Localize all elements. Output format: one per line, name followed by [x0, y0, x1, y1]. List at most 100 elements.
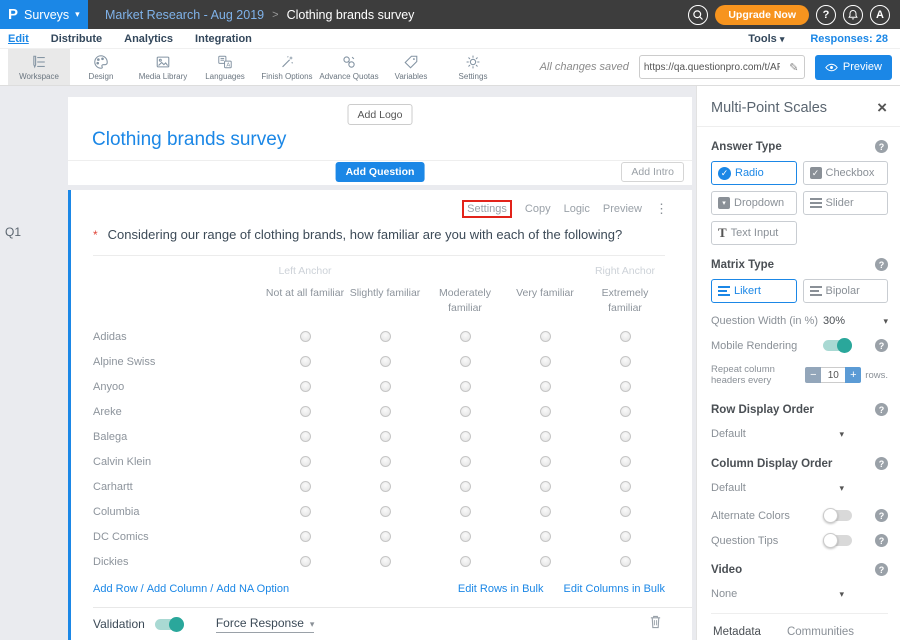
radio-button[interactable] — [300, 481, 311, 492]
radio-button[interactable] — [300, 356, 311, 367]
radio-button[interactable] — [620, 481, 631, 492]
answer-type-checkbox[interactable]: ✓Checkbox — [803, 161, 889, 185]
radio-button[interactable] — [540, 456, 551, 467]
help-icon[interactable]: ? — [875, 509, 888, 522]
radio-button[interactable] — [380, 456, 391, 467]
toolbar-tab-finish-options[interactable]: Finish Options — [256, 49, 318, 85]
row-label[interactable]: Calvin Klein — [93, 456, 265, 468]
tools-menu[interactable]: Tools ▾ — [748, 33, 784, 45]
radio-button[interactable] — [300, 456, 311, 467]
search-button[interactable] — [688, 5, 708, 25]
radio-button[interactable] — [460, 506, 471, 517]
radio-button[interactable] — [620, 456, 631, 467]
delete-question-button[interactable] — [649, 614, 662, 634]
radio-button[interactable] — [620, 531, 631, 542]
row-label[interactable]: DC Comics — [93, 531, 265, 543]
column-header[interactable]: Extremely familiar — [585, 286, 665, 315]
row-label[interactable]: Anyoo — [93, 381, 265, 393]
toolbar-tab-languages[interactable]: A Languages — [194, 49, 256, 85]
radio-button[interactable] — [460, 381, 471, 392]
row-display-order-dropdown[interactable]: Default ▾ — [711, 428, 888, 440]
radio-button[interactable] — [380, 331, 391, 342]
matrix-type-likert[interactable]: Likert — [711, 279, 797, 303]
tab-communities[interactable]: Communities — [785, 622, 856, 640]
mobile-rendering-toggle[interactable] — [823, 340, 852, 351]
radio-button[interactable] — [620, 331, 631, 342]
edit-rows-in-bulk-link[interactable]: Edit Rows in Bulk — [458, 583, 544, 595]
breadcrumb-folder-link[interactable]: Market Research - Aug 2019 — [105, 8, 264, 22]
account-avatar[interactable]: A — [870, 5, 890, 25]
radio-button[interactable] — [460, 481, 471, 492]
toolbar-tab-settings[interactable]: Settings — [442, 49, 504, 85]
survey-url-field[interactable]: ✎ — [639, 55, 805, 79]
help-icon[interactable]: ? — [875, 534, 888, 547]
radio-button[interactable] — [380, 406, 391, 417]
add-logo-button[interactable]: Add Logo — [348, 104, 413, 125]
radio-button[interactable] — [540, 556, 551, 567]
answer-type-radio[interactable]: ✓Radio — [711, 161, 797, 185]
question-copy-link[interactable]: Copy — [525, 203, 551, 215]
matrix-type-bipolar[interactable]: Bipolar — [803, 279, 889, 303]
notifications-button[interactable] — [843, 5, 863, 25]
radio-button[interactable] — [460, 331, 471, 342]
right-anchor-label[interactable]: Right Anchor — [585, 265, 665, 277]
radio-button[interactable] — [380, 481, 391, 492]
help-icon[interactable]: ? — [875, 258, 888, 271]
radio-button[interactable] — [380, 431, 391, 442]
add-row-link[interactable]: Add Row — [93, 583, 138, 595]
radio-button[interactable] — [540, 481, 551, 492]
repeat-headers-value[interactable]: 10 — [821, 367, 845, 383]
add-na-option-link[interactable]: Add NA Option — [216, 583, 289, 595]
left-anchor-label[interactable]: Left Anchor — [265, 265, 345, 277]
radio-button[interactable] — [380, 381, 391, 392]
chevron-down-icon[interactable]: ▾ — [883, 316, 888, 327]
question-width-value[interactable]: 30% — [823, 315, 845, 327]
row-label[interactable]: Alpine Swiss — [93, 356, 265, 368]
row-label[interactable]: Balega — [93, 431, 265, 443]
radio-button[interactable] — [620, 356, 631, 367]
help-icon[interactable]: ? — [875, 563, 888, 576]
add-column-link[interactable]: Add Column — [147, 583, 208, 595]
help-icon[interactable]: ? — [875, 140, 888, 153]
video-dropdown[interactable]: None ▾ — [711, 588, 888, 600]
radio-button[interactable] — [300, 431, 311, 442]
radio-button[interactable] — [460, 556, 471, 567]
edit-url-pencil-icon[interactable]: ✎ — [784, 61, 804, 74]
radio-button[interactable] — [300, 556, 311, 567]
column-header[interactable]: Not at all familiar — [266, 286, 344, 301]
radio-button[interactable] — [540, 381, 551, 392]
radio-button[interactable] — [540, 356, 551, 367]
tab-metadata[interactable]: Metadata — [711, 622, 763, 640]
upgrade-now-button[interactable]: Upgrade Now — [715, 5, 809, 25]
row-label[interactable]: Adidas — [93, 331, 265, 343]
radio-button[interactable] — [460, 356, 471, 367]
row-label[interactable]: Carhartt — [93, 481, 265, 493]
answer-type-text-input[interactable]: TText Input — [711, 221, 797, 245]
radio-button[interactable] — [460, 431, 471, 442]
radio-button[interactable] — [300, 406, 311, 417]
radio-button[interactable] — [620, 556, 631, 567]
toolbar-tab-advance-quotas[interactable]: Advance Quotas — [318, 49, 380, 85]
decrement-button[interactable]: − — [805, 367, 821, 383]
column-header[interactable]: Moderately familiar — [425, 286, 505, 315]
radio-button[interactable] — [380, 356, 391, 367]
radio-button[interactable] — [540, 506, 551, 517]
survey-url-input[interactable] — [640, 62, 784, 73]
add-intro-button[interactable]: Add Intro — [621, 162, 684, 182]
column-header[interactable]: Very familiar — [516, 286, 574, 301]
radio-button[interactable] — [620, 506, 631, 517]
toolbar-tab-media-library[interactable]: Media Library — [132, 49, 194, 85]
surveys-product-menu[interactable]: P Surveys ▾ — [0, 0, 88, 29]
radio-button[interactable] — [460, 456, 471, 467]
more-options-kebab-icon[interactable]: ⋮ — [655, 201, 668, 217]
help-button[interactable]: ? — [816, 5, 836, 25]
radio-button[interactable] — [620, 381, 631, 392]
menu-item-edit[interactable]: Edit — [8, 33, 40, 45]
radio-button[interactable] — [300, 381, 311, 392]
validation-toggle[interactable] — [155, 619, 184, 630]
radio-button[interactable] — [300, 531, 311, 542]
radio-button[interactable] — [380, 506, 391, 517]
question-tips-toggle[interactable] — [823, 535, 852, 546]
preview-button[interactable]: Preview — [815, 55, 892, 80]
alternate-colors-toggle[interactable] — [823, 510, 852, 521]
